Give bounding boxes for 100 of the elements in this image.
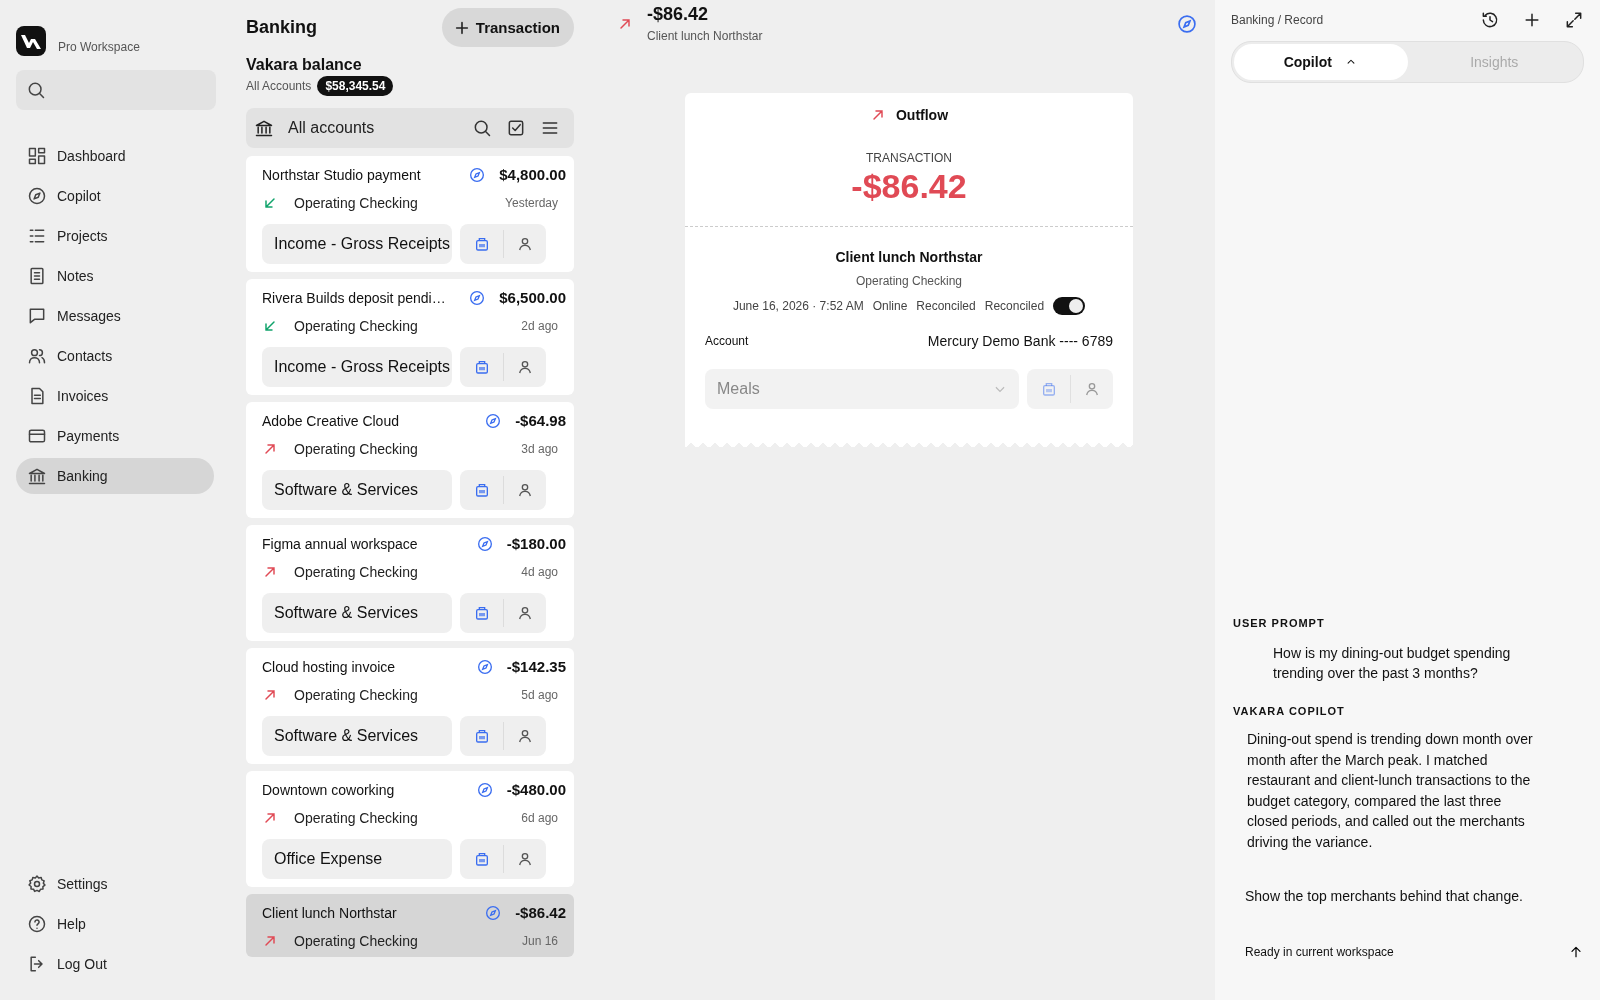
nav-item[interactable]: Help	[16, 906, 214, 942]
total-amount: -$86.42	[851, 167, 967, 206]
compass-icon	[476, 535, 493, 552]
building-icon	[473, 605, 490, 621]
nav-item[interactable]: Settings	[16, 866, 214, 902]
category-field[interactable]: Software & Services	[262, 716, 452, 756]
nav-item[interactable]: Copilot	[16, 178, 214, 214]
transaction-name: Client lunch Northstar	[835, 249, 983, 265]
transaction-date: 2d ago	[521, 319, 558, 333]
chat-icon	[27, 306, 47, 326]
transaction-name: Client lunch Northstar	[647, 29, 763, 43]
expand-icon	[1564, 10, 1584, 30]
nav-item[interactable]: Projects	[16, 218, 214, 254]
person-icon	[517, 728, 533, 744]
person-icon	[517, 236, 533, 252]
logo-icon[interactable]	[16, 26, 46, 56]
transaction-card[interactable]: Northstar Studio payment $4,800.00 Operating Checking Yesterday Income - Gross Receipts	[246, 156, 574, 272]
category-dropdown[interactable]: Meals	[705, 369, 1019, 409]
type-label: TRANSACTION	[866, 151, 952, 165]
building-icon	[1040, 381, 1057, 397]
compass-icon	[476, 781, 493, 798]
reconciled-toggle[interactable]	[1053, 297, 1086, 315]
account-name: Operating Checking	[294, 810, 419, 826]
transaction-card[interactable]: Figma annual workspace -$180.00 Operating Checking 4d ago Software & Services	[246, 525, 574, 641]
field-label: Account	[705, 334, 749, 348]
account-name: Operating Checking	[294, 441, 419, 457]
transaction-amount: -$86.42	[647, 4, 710, 25]
transaction-card[interactable]: Client lunch Northstar -$86.42 Operating Checking Jun 16	[246, 894, 574, 957]
search-icon	[26, 80, 46, 100]
transaction-date: 6d ago	[521, 811, 558, 825]
transaction-amount: -$180.00	[506, 535, 566, 552]
account-name: Operating Checking	[294, 933, 419, 949]
nav-item[interactable]: Payments	[16, 418, 214, 454]
breadcrumb: Banking / Record	[1231, 13, 1325, 27]
nav-item[interactable]: Banking	[16, 458, 214, 494]
transaction-date: 5d ago	[521, 688, 558, 702]
section-label: USER PROMPT	[1233, 617, 1326, 629]
search-field[interactable]	[16, 70, 216, 110]
compass-icon	[1177, 14, 1197, 34]
toggle-label: Reconciled	[984, 299, 1045, 313]
building-icon	[473, 236, 490, 252]
workspace-name: Pro Workspace	[58, 40, 140, 54]
transaction-amount: -$480.00	[506, 781, 566, 798]
account-name: Operating Checking	[294, 195, 419, 211]
balance-scope: All Accounts	[246, 79, 312, 93]
transaction-card[interactable]: Rivera Builds deposit pendi… $6,500.00 Operating Checking 2d ago Income - Gross Receipts	[246, 279, 574, 395]
transaction-card[interactable]: Adobe Creative Cloud -$64.98 Operating Checking 3d ago Software & Services	[246, 402, 574, 518]
nav-item[interactable]: Messages	[16, 298, 214, 334]
category-field[interactable]: Office Expense	[262, 839, 452, 879]
send-button[interactable]	[1568, 944, 1584, 960]
card-icon	[27, 426, 47, 446]
search-icon	[472, 118, 492, 138]
history-icon	[1480, 10, 1500, 30]
transaction-name: Client lunch Northstar	[262, 904, 398, 921]
category-field[interactable]: Software & Services	[262, 593, 452, 633]
building-icon	[473, 359, 490, 375]
message-input[interactable]: Show the top merchants behind that change.	[1245, 888, 1584, 904]
expand-button[interactable]	[1564, 10, 1584, 30]
plus-icon	[453, 19, 470, 36]
person-icon	[517, 851, 533, 867]
transaction-date: 4d ago	[521, 565, 558, 579]
building-icon	[473, 851, 490, 867]
flow-label: Outflow	[895, 107, 949, 123]
meta-text: Reconciled	[916, 299, 976, 313]
user-prompt: How is my dining-out budget spending trending over the past 3 months?	[1273, 644, 1512, 683]
page-title: Banking	[246, 17, 317, 38]
history-button[interactable]	[1480, 10, 1500, 30]
copilot-answer: Dining-out spend is trending down month over month after the March peak. I matched restaurant and client-lunch transactions to the budget category, compared the last three closed periods, and called out the merchants driving the variance.	[1247, 730, 1534, 852]
category-field[interactable]: Income - Gross Receipts	[262, 224, 452, 264]
building-icon	[473, 728, 490, 744]
status-text: Ready in current workspace	[1245, 945, 1394, 959]
transaction-card[interactable]: Downtown coworking -$480.00 Operating Checking 6d ago Office Expense	[246, 771, 574, 887]
transaction-date: Yesterday	[505, 196, 558, 210]
category-field[interactable]: Income - Gross Receipts	[262, 347, 452, 387]
compass-icon	[485, 904, 502, 921]
nav-item[interactable]: Log Out	[16, 946, 214, 982]
nav-item[interactable]: Contacts	[16, 338, 214, 374]
meta-text: Online	[872, 299, 908, 313]
add-transaction-button[interactable]: Transaction	[441, 8, 574, 47]
person-icon	[517, 359, 533, 375]
category-field[interactable]: Software & Services	[262, 470, 452, 510]
transaction-amount: -$142.35	[506, 658, 566, 675]
section-label: VAKARA COPILOT	[1233, 705, 1346, 717]
settings-icon	[27, 874, 47, 894]
transaction-name: Rivera Builds deposit pendi…	[262, 289, 447, 306]
nav-item[interactable]: Dashboard	[16, 138, 214, 174]
transaction-card[interactable]: Cloud hosting invoice -$142.35 Operating Checking 5d ago Software & Services	[246, 648, 574, 764]
transaction-date: Jun 16	[521, 934, 558, 948]
compass-icon	[476, 658, 493, 675]
people-icon	[27, 346, 47, 366]
account-filter[interactable]: All accounts	[288, 119, 462, 137]
nav-item[interactable]: Notes	[16, 258, 214, 294]
transaction-amount: -$86.42	[515, 904, 566, 921]
compass-icon	[469, 166, 486, 183]
account-name: Operating Checking	[294, 564, 419, 580]
nav-item[interactable]: Invoices	[16, 378, 214, 414]
transaction-name: Northstar Studio payment	[262, 166, 422, 183]
meta-text: June 16, 2026 · 7:52 AM	[732, 299, 864, 313]
list-icon	[27, 226, 47, 246]
panel-tab[interactable]: Copilot	[1234, 44, 1408, 80]
